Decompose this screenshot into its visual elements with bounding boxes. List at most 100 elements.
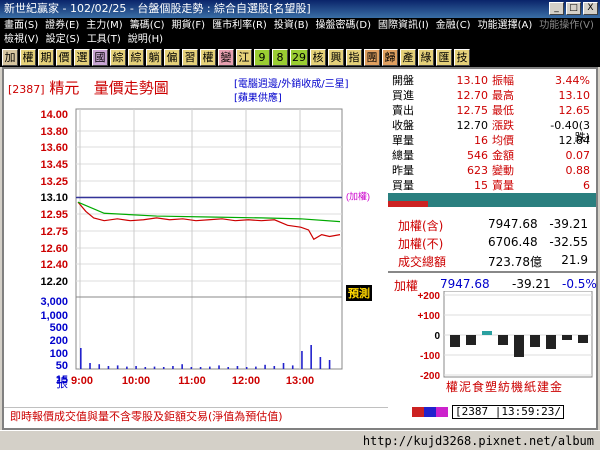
mini-bar bbox=[466, 335, 476, 345]
toolbar-button[interactable]: 指 bbox=[346, 48, 362, 66]
toolbar-button[interactable]: 9 bbox=[254, 48, 270, 66]
menu-item[interactable]: 設定(S) bbox=[46, 34, 80, 45]
album-url[interactable]: http://kujd3268.pixnet.net/album bbox=[363, 434, 594, 448]
quote-row: 總量 546 金額 0.07 bbox=[388, 150, 596, 162]
toolbar-button[interactable]: 躺 bbox=[146, 48, 162, 66]
volume-bar bbox=[153, 366, 156, 369]
quote-value: 6 bbox=[583, 179, 590, 192]
x-tick-label: 13:00 bbox=[286, 375, 314, 387]
mini-y-tick: -200 bbox=[420, 371, 440, 382]
volume-bar bbox=[107, 366, 110, 369]
window-title: 新世紀贏家 - 102/02/25 - 台盤個股走勢 : 綜合自選股[名望股] bbox=[4, 2, 311, 15]
toolbar-button[interactable]: 價 bbox=[56, 48, 72, 66]
maximize-button[interactable]: □ bbox=[566, 2, 581, 15]
mini-bar bbox=[546, 335, 556, 349]
quote-row: 收盤 12.70 漲跌 -0.40(3跌) bbox=[388, 119, 596, 144]
quote-label: 買量 bbox=[392, 179, 414, 192]
quote-label: 開盤 bbox=[392, 74, 414, 87]
volume-bar bbox=[209, 366, 211, 369]
volume-bar bbox=[291, 365, 294, 369]
toolbar-button[interactable]: 技 bbox=[454, 48, 470, 66]
toolbar-button[interactable]: 綜 bbox=[128, 48, 144, 66]
toolbar-button[interactable]: 習 bbox=[182, 48, 198, 66]
menu-item[interactable]: 證券(E) bbox=[45, 20, 79, 31]
menu-item[interactable]: 國際資訊(I) bbox=[378, 20, 429, 31]
quote-row: 昨量 623 變動 0.88 bbox=[388, 165, 596, 177]
menu-item[interactable]: 操盤密碼(D) bbox=[316, 20, 372, 31]
volume-bar bbox=[282, 363, 285, 369]
volume-bar bbox=[135, 366, 137, 369]
toolbar-button[interactable]: 興 bbox=[328, 48, 344, 66]
toolbar-button[interactable]: 權 bbox=[200, 48, 216, 66]
menu-item[interactable]: 工具(T) bbox=[87, 34, 121, 45]
mini-bar bbox=[530, 335, 540, 347]
price-tick-label: 13.45 bbox=[40, 159, 68, 171]
toolbar-button[interactable]: 加 bbox=[2, 48, 18, 66]
menu-item[interactable]: 畫面(S) bbox=[4, 20, 38, 31]
close-button[interactable]: X bbox=[583, 2, 598, 15]
window-controls: _ □ X bbox=[549, 2, 598, 15]
toolbar-button[interactable]: 期 bbox=[38, 48, 54, 66]
quote-label: 總量 bbox=[392, 149, 414, 162]
toolbar-button[interactable]: 產 bbox=[400, 48, 416, 66]
toolbar-button[interactable]: 綠 bbox=[418, 48, 434, 66]
quote-value: 12.84 bbox=[558, 134, 591, 147]
volume-tick-label: 100 bbox=[50, 348, 68, 360]
toolbar-button[interactable]: 綜 bbox=[110, 48, 126, 66]
menu-item[interactable]: 金融(C) bbox=[436, 20, 471, 31]
volume-bar bbox=[89, 363, 91, 369]
volume-bar bbox=[162, 367, 165, 369]
sector-mini-chart: +200 +100 0 -100 -200 bbox=[417, 291, 593, 382]
toolbar-button[interactable]: 核 bbox=[310, 48, 326, 66]
quote-label: 收盤 bbox=[392, 119, 414, 132]
index-label: 加權(不) bbox=[398, 237, 444, 251]
mini-y-tick: -100 bbox=[420, 351, 440, 362]
menu-item[interactable]: 功能選擇(A) bbox=[478, 20, 533, 31]
menu-item[interactable]: 匯市利率(R) bbox=[212, 20, 267, 31]
disclaimer-banner: 即時報價成交值與量不含零股及鉅額交易(淨值為預估值) bbox=[4, 407, 388, 425]
quote-value: 0.07 bbox=[565, 149, 591, 162]
quote-label: 賣量 bbox=[492, 179, 514, 192]
volume-unit-label: 張 bbox=[56, 376, 68, 390]
toolbar-button[interactable]: 29 bbox=[290, 48, 308, 66]
index-row: 加權(不) 6706.48 -32.55 bbox=[388, 235, 596, 251]
menu-item[interactable]: 期貨(F) bbox=[172, 20, 206, 31]
volume-bar bbox=[199, 367, 202, 369]
volume-tick-label: 1,000 bbox=[40, 310, 68, 322]
mini-value: 7947.68 bbox=[440, 277, 490, 291]
toolbar-button[interactable]: 國 bbox=[92, 48, 108, 66]
chart-frame bbox=[75, 108, 343, 370]
volume-bar bbox=[319, 357, 322, 369]
menu-item[interactable]: 檢視(V) bbox=[4, 34, 39, 45]
mini-y-tick: +100 bbox=[417, 311, 440, 322]
volume-bar bbox=[264, 364, 266, 369]
volume-bar bbox=[236, 366, 239, 369]
toolbar-button[interactable]: 江 bbox=[236, 48, 252, 66]
quote-color-bar bbox=[388, 193, 596, 201]
toolbar-button[interactable]: 偏 bbox=[164, 48, 180, 66]
menu-item[interactable]: 投資(B) bbox=[274, 20, 309, 31]
legend-red bbox=[412, 407, 424, 417]
menu-item[interactable]: 說明(H) bbox=[128, 34, 163, 45]
mini-y-tick: +200 bbox=[417, 291, 440, 302]
quote-label: 賣出 bbox=[392, 104, 414, 117]
toolbar-button[interactable]: 8 bbox=[272, 48, 288, 66]
toolbar-button[interactable]: 團 bbox=[364, 48, 380, 66]
reference-flag-label: (加權) bbox=[346, 191, 370, 202]
mini-bar bbox=[578, 335, 588, 343]
minimize-button[interactable]: _ bbox=[549, 2, 564, 15]
toolbar-button[interactable]: 選 bbox=[74, 48, 90, 66]
quote-row: 買進 12.70 最高 13.10 bbox=[388, 90, 596, 102]
menu-item[interactable]: 籌碼(C) bbox=[130, 20, 165, 31]
menu-item[interactable]: 主力(M) bbox=[86, 20, 122, 31]
price-tick-label: 13.60 bbox=[40, 142, 68, 154]
toolbar-button[interactable]: 變 bbox=[218, 48, 234, 66]
toolbar-button[interactable]: 匯 bbox=[436, 48, 452, 66]
index-divider bbox=[388, 271, 596, 273]
quote-label: 最低 bbox=[492, 104, 514, 117]
quote-row: 開盤 13.10 振幅 3.44% bbox=[388, 75, 596, 87]
toolbar-button[interactable]: 權 bbox=[20, 48, 36, 66]
mini-bar bbox=[498, 335, 508, 345]
toolbar-button[interactable]: 歸 bbox=[382, 48, 398, 66]
price-tick-label: 13.25 bbox=[40, 176, 68, 188]
